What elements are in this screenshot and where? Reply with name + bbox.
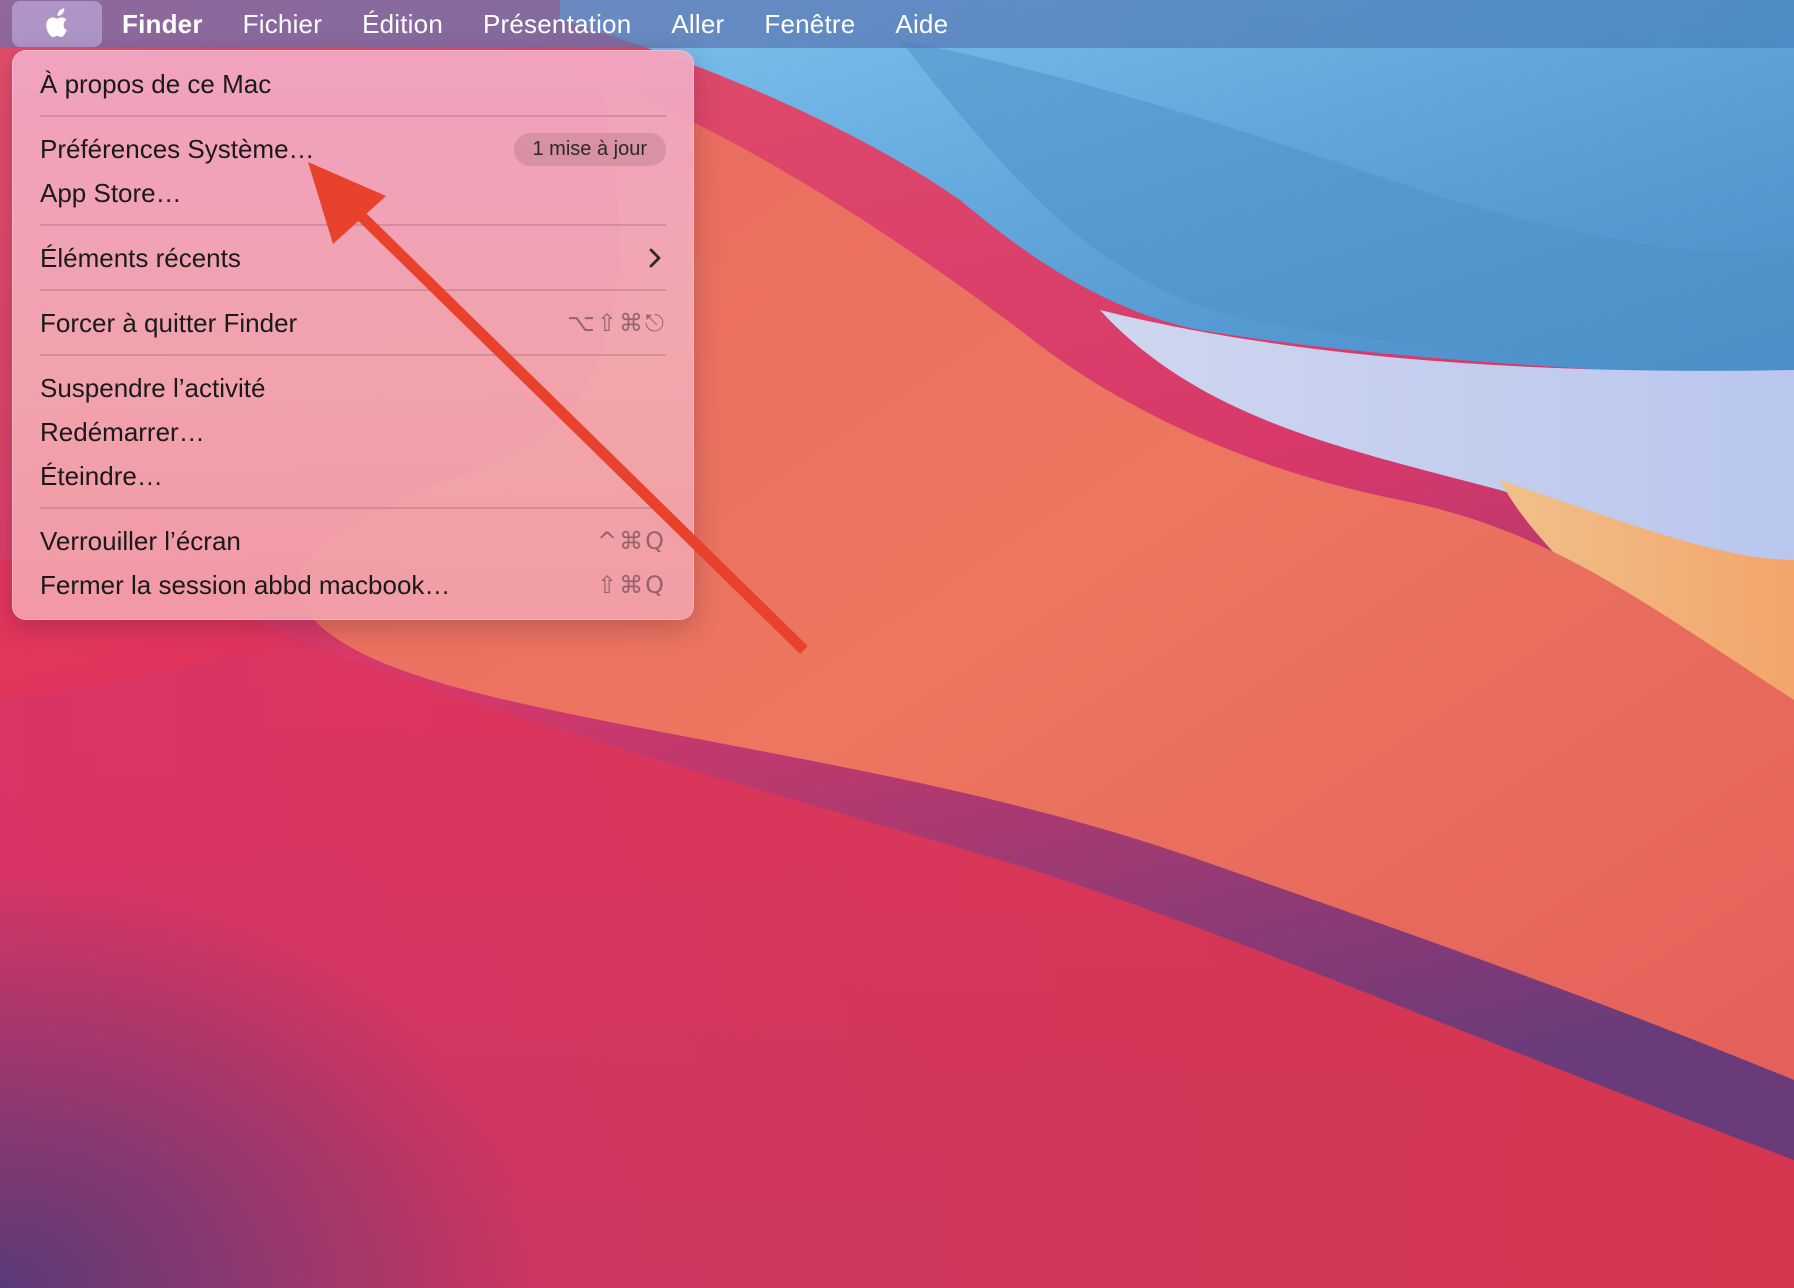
- menu-item-label: Suspendre l’activité: [40, 372, 266, 403]
- menu-separator: [40, 507, 666, 509]
- keyboard-shortcut: ⌥⇧⌘⎋: [567, 309, 666, 337]
- menu-bar: Finder Fichier Édition Présentation Alle…: [0, 0, 1794, 48]
- menu-separator: [40, 289, 666, 291]
- menubar-item-fichier[interactable]: Fichier: [223, 0, 342, 48]
- menu-item-restart[interactable]: Redémarrer…: [12, 410, 694, 454]
- menu-item-label: Éléments récents: [40, 242, 241, 273]
- menubar-item-edition[interactable]: Édition: [342, 0, 463, 48]
- menu-separator: [40, 115, 666, 117]
- menu-item-label: À propos de ce Mac: [40, 68, 272, 99]
- menu-separator: [40, 354, 666, 356]
- chevron-right-icon: [649, 248, 661, 268]
- desktop: Finder Fichier Édition Présentation Alle…: [0, 0, 1794, 1288]
- menu-item-app-store[interactable]: App Store…: [12, 171, 694, 215]
- menu-item-label: Éteindre…: [40, 460, 163, 491]
- menu-item-about-this-mac[interactable]: À propos de ce Mac: [12, 62, 694, 106]
- menu-item-sleep[interactable]: Suspendre l’activité: [12, 366, 694, 410]
- apple-menu-button[interactable]: [12, 1, 102, 47]
- menu-item-label: Verrouiller l’écran: [40, 525, 241, 556]
- menu-item-force-quit-finder[interactable]: Forcer à quitter Finder ⌥⇧⌘⎋: [12, 301, 694, 345]
- menu-separator: [40, 224, 666, 226]
- menu-item-label: App Store…: [40, 177, 182, 208]
- menu-item-recent-items[interactable]: Éléments récents: [12, 236, 694, 280]
- apple-logo-icon: [46, 8, 67, 38]
- menu-item-label: Redémarrer…: [40, 416, 205, 447]
- update-badge: 1 mise à jour: [513, 132, 666, 166]
- menubar-item-finder[interactable]: Finder: [102, 0, 223, 48]
- menubar-item-fenetre[interactable]: Fenêtre: [744, 0, 875, 48]
- menu-item-system-preferences[interactable]: Préférences Système… 1 mise à jour: [12, 127, 694, 171]
- menu-item-lock-screen[interactable]: Verrouiller l’écran ^⌘Q: [12, 519, 694, 563]
- menu-item-shut-down[interactable]: Éteindre…: [12, 454, 694, 498]
- keyboard-shortcut: ^⌘Q: [597, 527, 666, 555]
- menubar-item-presentation[interactable]: Présentation: [463, 0, 651, 48]
- menu-item-log-out[interactable]: Fermer la session abbd macbook… ⇧⌘Q: [12, 563, 694, 607]
- menu-item-label: Fermer la session abbd macbook…: [40, 569, 451, 600]
- menubar-item-aide[interactable]: Aide: [875, 0, 968, 48]
- keyboard-shortcut: ⇧⌘Q: [597, 571, 666, 599]
- apple-menu-dropdown: À propos de ce Mac Préférences Système… …: [12, 50, 694, 620]
- menu-item-label: Préférences Système…: [40, 133, 315, 164]
- menubar-item-aller[interactable]: Aller: [651, 0, 744, 48]
- menu-item-label: Forcer à quitter Finder: [40, 307, 298, 338]
